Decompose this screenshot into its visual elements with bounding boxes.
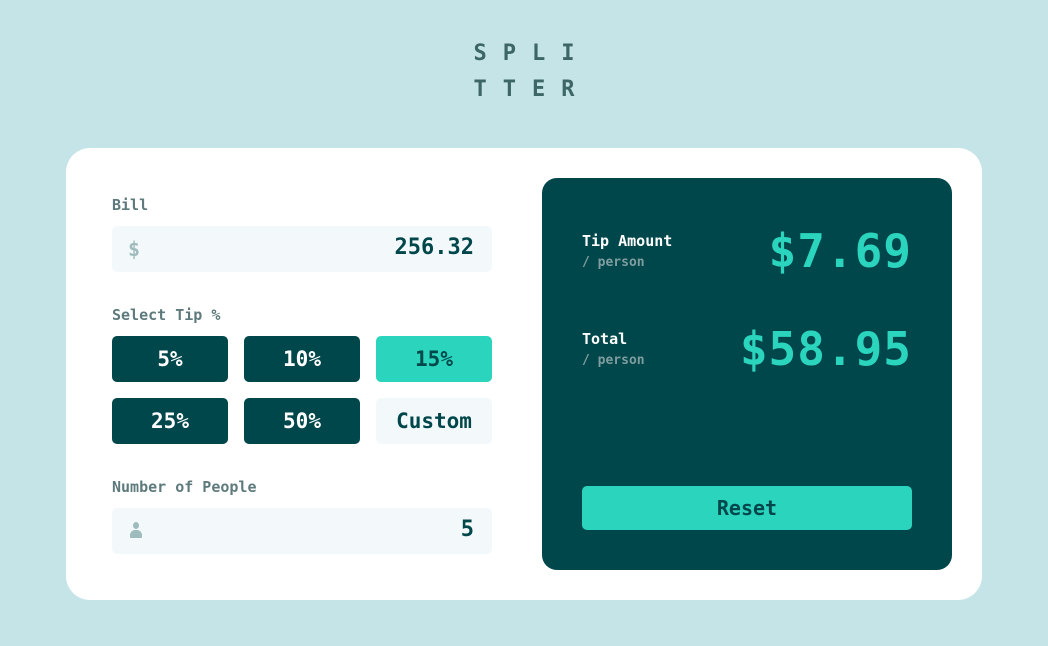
logo-line-2: TTER	[473, 77, 591, 102]
tip-amount-title: Tip Amount	[582, 232, 673, 250]
people-label: Number of People	[112, 478, 257, 496]
total-subtitle: / person	[582, 353, 645, 368]
total-value: $58.95	[739, 322, 912, 376]
bill-value: 256.32	[394, 235, 474, 260]
tip-amount-value: $7.69	[768, 224, 912, 278]
tip-custom-input[interactable]: Custom	[376, 398, 492, 444]
people-input[interactable]: 5	[112, 508, 492, 554]
logo: SPLI TTER	[0, 36, 1048, 108]
person-icon	[130, 522, 142, 538]
reset-button[interactable]: Reset	[582, 486, 912, 530]
bill-input[interactable]: $ 256.32	[112, 226, 492, 272]
tip-label: Select Tip %	[112, 306, 221, 324]
tip-amount-subtitle: / person	[582, 255, 645, 270]
result-panel: Tip Amount / person $7.69 Total / person…	[542, 178, 952, 570]
bill-label: Bill	[112, 196, 149, 214]
people-value: 5	[460, 517, 474, 542]
dollar-icon: $	[128, 237, 141, 261]
logo-line-1: SPLI	[473, 41, 591, 66]
total-title: Total	[582, 330, 628, 348]
tip-button-5[interactable]: 5%	[112, 336, 228, 382]
calculator-card: Bill $ 256.32 Select Tip % 5% 10% 15% 25…	[66, 148, 982, 600]
tip-button-25[interactable]: 25%	[112, 398, 228, 444]
tip-button-15[interactable]: 15%	[376, 336, 492, 382]
tip-button-50[interactable]: 50%	[244, 398, 360, 444]
tip-button-10[interactable]: 10%	[244, 336, 360, 382]
